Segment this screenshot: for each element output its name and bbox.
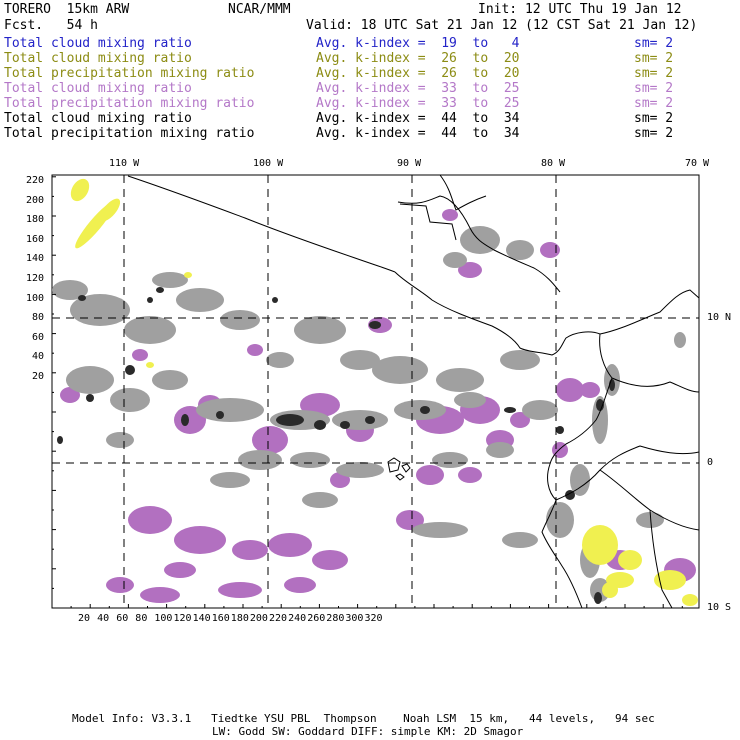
mexico-coast [127,175,396,273]
south-america-north [599,289,700,335]
top-lon-label-1: 100 W [253,158,284,169]
left-y-label-9: 40 [31,351,44,363]
bottom-x-label-6: 140 [192,613,211,624]
colombia-border [611,377,700,393]
right-lat-label-2: 10 S [707,602,732,613]
right-lat-label-0: 10 N [707,312,732,323]
yucatan [439,174,487,211]
left-y-label-4: 140 [25,253,44,265]
left-y-label-3: 160 [25,233,44,245]
top-lon-label-4: 70 W [685,158,710,169]
bottom-x-label-7: 160 [211,613,230,624]
bottom-x-label-1: 40 [97,613,110,624]
top-lon-label-2: 90 W [397,158,422,169]
galapagos [387,457,411,481]
left-y-label-7: 80 [31,312,44,324]
bottom-x-label-0: 20 [78,613,91,624]
bottom-x-label-4: 100 [154,613,173,624]
bottom-x-label-14: 300 [345,613,364,624]
left-y-label-0: 220 [25,175,44,186]
bottom-x-label-13: 280 [326,613,345,624]
cloud-fields [52,178,698,606]
top-lon-label-0: 110 W [109,158,140,169]
bottom-x-label-15: 320 [364,613,383,624]
left-y-label-6: 100 [25,292,44,304]
left-y-label-5: 120 [25,273,44,284]
left-y-label-1: 200 [25,194,44,206]
left-y-label-10: 20 [31,371,44,382]
bottom-x-label-2: 60 [116,613,129,624]
bottom-x-label-12: 260 [307,613,326,624]
bottom-x-label-3: 80 [135,613,148,624]
top-lon-label-3: 80 W [541,158,566,169]
model-info: Model Info: V3.3.1 Tiedtke YSU PBL Thomp… [72,712,655,725]
bottom-x-label-9: 200 [249,613,268,624]
right-lat-label-1: 0 [707,457,714,468]
left-y-label-8: 60 [31,331,44,343]
central-america-coast [394,271,601,356]
bottom-x-label-10: 220 [269,613,288,624]
physics-info: LW: Godd SW: Goddard DIFF: simple KM: 2D… [212,725,524,738]
bottom-x-label-11: 240 [288,613,307,624]
left-y-label-2: 180 [25,214,44,226]
bottom-x-label-8: 180 [230,613,249,624]
bottom-x-label-5: 120 [173,613,192,624]
weather-map [51,174,700,609]
